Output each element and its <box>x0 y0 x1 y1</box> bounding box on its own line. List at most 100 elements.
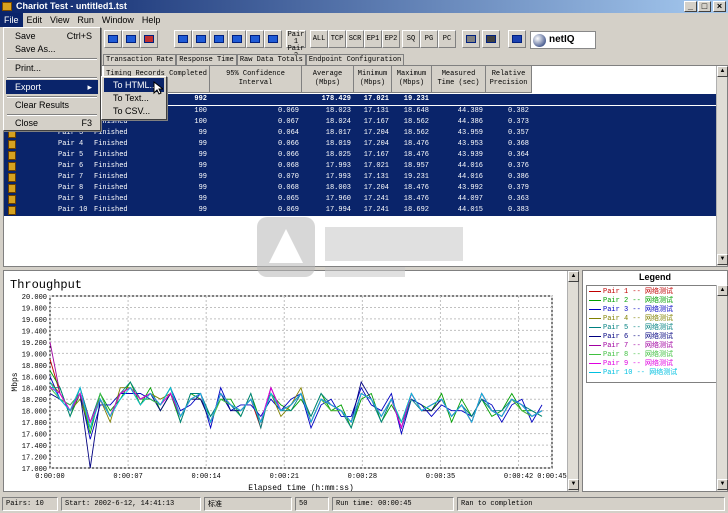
menu-file[interactable]: File <box>0 13 23 27</box>
cell-time: 43.953 <box>457 140 483 148</box>
pair-status: Finished <box>94 206 128 214</box>
filter-sq-button[interactable]: SQ <box>402 30 420 48</box>
status-state: Ran to completion <box>457 497 725 511</box>
run-icon[interactable] <box>174 30 192 48</box>
cell-max: 18.648 <box>403 107 429 115</box>
filter-all-button[interactable]: ALL <box>310 30 328 48</box>
menu-item-clear-results[interactable]: Clear Results <box>6 98 98 112</box>
column-header-time[interactable]: Measured Time (sec) <box>432 66 486 93</box>
cell-time: 44.386 <box>457 118 483 126</box>
menu-item-save-as[interactable]: Save As... <box>6 42 98 56</box>
pair-toggle-button[interactable]: Pair 1Pair 2 <box>286 30 306 60</box>
column-header-average[interactable]: Average (Mbps) <box>302 66 354 93</box>
table-row[interactable]: Pair 6 Finished 99 0.068 17.993 17.021 18.957 4… <box>4 161 717 172</box>
legend-swatch <box>589 299 601 301</box>
legend-item: Pair 7 -- 网络测试 <box>589 342 673 350</box>
scroll-up-icon[interactable]: ▲ <box>717 66 728 77</box>
logo-globe-icon <box>533 34 546 47</box>
minimize-button[interactable]: _ <box>684 1 697 12</box>
y-tick-label: 18.800 <box>22 363 47 371</box>
column-header-ci[interactable]: 95% Confidence Interval <box>210 66 302 93</box>
chart-title: Throughput <box>10 278 82 292</box>
menu-edit[interactable]: Edit <box>23 13 47 27</box>
cell-records: 99 <box>198 206 207 214</box>
menu-item-export[interactable]: Export ▸ <box>6 80 98 94</box>
pair-status-icon <box>8 140 16 149</box>
network-icon[interactable] <box>210 30 228 48</box>
legend-scroll-up-icon[interactable]: ▲ <box>717 285 728 296</box>
stop-icon[interactable] <box>192 30 210 48</box>
copy-icon[interactable] <box>104 30 122 48</box>
info-icon[interactable] <box>508 30 526 48</box>
menu-view[interactable]: View <box>46 13 73 27</box>
scroll-down-icon[interactable]: ▼ <box>717 254 728 265</box>
column-header-minimum[interactable]: Minimum (Mbps) <box>354 66 392 93</box>
pair-status-icon <box>8 195 16 204</box>
pair-status-icon <box>8 151 16 160</box>
pair-status-icon <box>8 162 16 171</box>
edit-icon[interactable] <box>122 30 140 48</box>
y-tick-label: 19.000 <box>22 351 47 359</box>
menu-item-to-csv[interactable]: To CSV... <box>104 104 164 118</box>
table-row[interactable]: Pair 5 Finished 99 0.066 18.025 17.167 18.476 4… <box>4 150 717 161</box>
filter-pg-button[interactable]: PG <box>420 30 438 48</box>
chart-scrollbar[interactable]: ▲ ▼ <box>567 271 579 491</box>
x-tick-label: 0:00:07 <box>113 473 142 481</box>
table-scrollbar[interactable]: ▲ ▼ <box>716 66 728 266</box>
table-row[interactable]: Pair 8 Finished 99 0.068 18.003 17.204 18.476 4… <box>4 183 717 194</box>
filter-ep2-button[interactable]: EP2 <box>382 30 400 48</box>
menu-help[interactable]: Help <box>138 13 165 27</box>
chart-icon[interactable] <box>246 30 264 48</box>
ime-toolbar[interactable]: 标准 <box>204 497 292 511</box>
cell-ci: 0.064 <box>277 129 299 137</box>
cell-ci: 0.068 <box>277 162 299 170</box>
legend-scrollbar[interactable]: ▲ ▼ <box>716 285 728 491</box>
y-axis-label: Mbps <box>11 372 20 391</box>
table-row[interactable]: Pair 9 Finished 99 0.065 17.960 17.241 18.476 4… <box>4 194 717 205</box>
maximize-button[interactable]: □ <box>698 1 711 12</box>
table-row[interactable]: Pair 4 Finished 99 0.066 18.019 17.204 18.476 4… <box>4 139 717 150</box>
y-tick-label: 20.000 <box>22 294 47 302</box>
pair-icon[interactable] <box>140 30 158 48</box>
cell-avg: 17.993 <box>325 162 351 170</box>
filter-scr-button[interactable]: SCR <box>346 30 364 48</box>
menu-item-save[interactable]: Save Ctrl+S <box>6 29 98 43</box>
table-icon[interactable] <box>264 30 282 48</box>
filter-pc-button[interactable]: PC <box>438 30 456 48</box>
legend-scroll-down-icon[interactable]: ▼ <box>717 479 728 490</box>
toolbar: Pair 1Pair 2 ALL TCP SCR EP1 EP2 SQ PG P… <box>0 27 728 60</box>
cell-avg: 18.023 <box>325 107 351 115</box>
legend-swatch <box>589 362 601 364</box>
column-header-precision[interactable]: Relative Precision <box>486 66 532 93</box>
menu-run[interactable]: Run <box>73 13 98 27</box>
x-tick-label: 0:00:45 <box>537 473 566 481</box>
pair-status-icon <box>8 173 16 182</box>
filter-tcp-button[interactable]: TCP <box>328 30 346 48</box>
close-button[interactable]: × <box>713 1 726 12</box>
legend-item: Pair 6 -- 网络测试 <box>589 333 673 341</box>
grid-icon[interactable] <box>462 30 480 48</box>
x-tick-label: 0:00:00 <box>35 473 64 481</box>
menu-separator <box>7 77 97 79</box>
y-tick-label: 19.400 <box>22 328 47 336</box>
filter-ep1-button[interactable]: EP1 <box>364 30 382 48</box>
legend-panel: Legend Pair 1 -- 网络测试 Pair 2 -- 网络测试 Pair … <box>582 270 728 492</box>
graph-icon[interactable] <box>228 30 246 48</box>
x-axis-label: Elapsed time (h:mm:ss) <box>248 484 354 491</box>
legend-swatch <box>589 344 601 346</box>
cell-time: 44.389 <box>457 107 483 115</box>
cell-min: 17.131 <box>363 173 389 181</box>
menu-item-print[interactable]: Print... <box>6 61 98 75</box>
menu-window[interactable]: Window <box>98 13 138 27</box>
cell-prec: 0.379 <box>507 184 529 192</box>
window-icon[interactable] <box>482 30 500 48</box>
chart-scroll-down-icon[interactable]: ▼ <box>568 479 579 490</box>
x-tick-label: 0:00:21 <box>270 473 299 481</box>
menu-item-close[interactable]: Close F3 <box>6 116 98 130</box>
table-row[interactable]: Pair 3 Finished 99 0.064 18.017 17.204 18.562 4… <box>4 128 717 139</box>
column-header-maximum[interactable]: Maximum (Mbps) <box>392 66 432 93</box>
table-row[interactable]: Pair 7 Finished 99 0.070 17.993 17.131 19.231 4… <box>4 172 717 183</box>
chart-scroll-up-icon[interactable]: ▲ <box>568 271 579 282</box>
cell-prec: 0.386 <box>507 173 529 181</box>
cell-records: 99 <box>198 173 207 181</box>
